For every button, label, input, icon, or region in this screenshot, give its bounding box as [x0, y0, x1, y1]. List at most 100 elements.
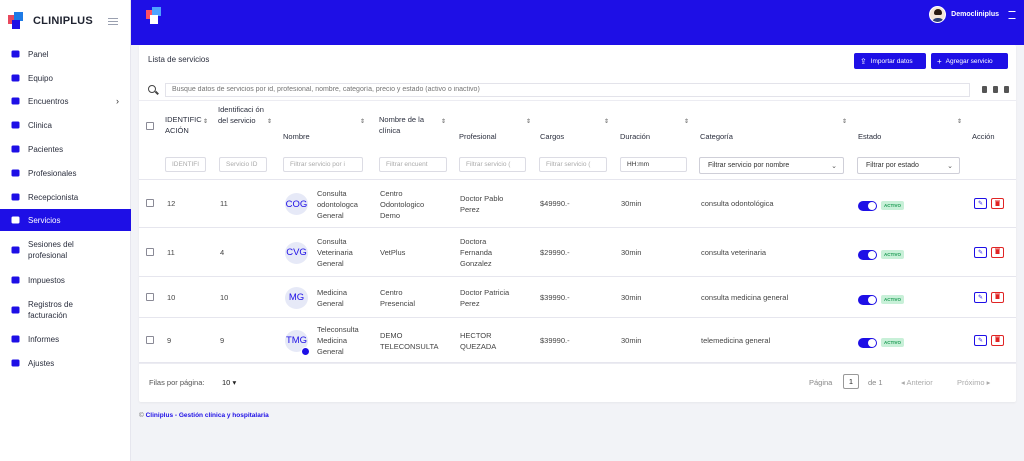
cell-professional: QUEZADA — [460, 341, 497, 351]
filter-category-select[interactable]: Filtrar servicio por nombre ⌄ — [699, 157, 844, 174]
col-duration[interactable]: Duración — [620, 131, 650, 142]
filter-service-id-input[interactable]: Servicio ID — [219, 157, 267, 172]
rows-per-page-select[interactable]: 10 ▾ — [222, 378, 236, 387]
row-checkbox[interactable] — [146, 199, 154, 207]
user-menu[interactable]: Democliniplus — [929, 6, 1016, 23]
video-camera-icon — [301, 346, 310, 356]
delete-button[interactable] — [991, 198, 1004, 209]
status-toggle[interactable] — [858, 201, 877, 211]
col-service-id[interactable]: Identificaci ón del servicio — [218, 104, 266, 126]
calendar-icon — [10, 246, 20, 255]
sort-icon[interactable]: ⇕ — [957, 118, 962, 125]
menu-toggle-icon[interactable] — [108, 16, 118, 26]
sidebar-item-2[interactable]: Encuentros › — [0, 94, 131, 108]
cell-duration: 30min — [621, 292, 642, 302]
filter-clinic-input[interactable]: Filtrar encuent — [379, 157, 447, 172]
sort-icon[interactable]: ⇕ — [360, 118, 365, 125]
export-excel-icon[interactable] — [993, 86, 998, 93]
cell-charges: $39990.- — [540, 335, 570, 345]
patients-icon — [10, 145, 20, 154]
cell-professional: HECTOR — [460, 330, 492, 340]
filter-charges-input[interactable]: Filtrar servicio ( — [539, 157, 607, 172]
cell-clinic: TELECONSULTA — [380, 341, 439, 351]
status-toggle[interactable] — [858, 337, 877, 348]
sidebar-item-10[interactable]: Registros de facturación — [0, 297, 131, 323]
status-toggle[interactable] — [858, 249, 877, 260]
col-category[interactable]: Categoría — [700, 131, 733, 142]
sort-icon[interactable]: ⇕ — [203, 118, 208, 125]
import-data-button[interactable]: ⇪ Importar datos — [854, 53, 926, 69]
status-badge: ACTIVO — [881, 337, 905, 347]
caret-down-icon: ▾ — [232, 378, 237, 387]
filter-id-input[interactable]: IDENTIFI — [165, 157, 206, 172]
edit-button[interactable]: ✎ — [974, 246, 987, 258]
brand-logo-icon[interactable] — [144, 5, 166, 27]
status-toggle[interactable] — [858, 294, 877, 305]
sort-icon[interactable]: ⇕ — [526, 118, 531, 125]
sidebar-item-11[interactable]: Informes — [0, 332, 131, 346]
sidebar-item-6[interactable]: Recepcionista — [0, 190, 131, 204]
sidebar-item-0[interactable]: Panel — [0, 47, 131, 61]
select-all-checkbox[interactable] — [146, 122, 154, 130]
cell-id: 9 — [167, 335, 172, 345]
row-checkbox[interactable] — [146, 335, 154, 344]
sidebar-item-1[interactable]: Equipo — [0, 71, 131, 85]
filter-duration-input[interactable]: HH:mm — [620, 157, 687, 172]
delete-button[interactable] — [991, 291, 1004, 303]
add-service-button[interactable]: + Agregar servicio — [931, 53, 1008, 69]
page-input[interactable]: 1 — [843, 374, 859, 389]
username: Democliniplus — [951, 11, 999, 18]
previous-page-button[interactable]: ◂ Anterior — [901, 378, 933, 387]
sort-icon[interactable]: ⇕ — [842, 118, 847, 125]
import-icon: ⇪ — [860, 56, 867, 66]
row-checkbox[interactable] — [146, 247, 154, 256]
sort-icon[interactable]: ⇕ — [267, 118, 272, 125]
col-name[interactable]: Nombre — [283, 131, 310, 142]
sidebar-item-label: Sesiones del profesional — [28, 240, 74, 260]
edit-button[interactable]: ✎ — [974, 198, 987, 209]
sidebar-item-12[interactable]: Ajustes — [0, 356, 131, 370]
sidebar-item-9[interactable]: Impuestos — [0, 273, 131, 287]
add-service-label: Agregar servicio — [945, 57, 993, 65]
table-row[interactable]: 10 10 MG Medicina General Centro Presencial Doc… — [139, 277, 1016, 318]
edit-button[interactable]: ✎ — [974, 334, 987, 346]
filter-professional-input[interactable]: Filtrar servicio ( — [459, 157, 526, 172]
sort-icon[interactable]: ⇕ — [684, 118, 689, 125]
sidebar-item-8[interactable]: Sesiones del profesional — [0, 236, 131, 264]
cell-name: General — [317, 210, 344, 220]
export-pdf-icon[interactable] — [1004, 86, 1009, 93]
trash-icon — [995, 336, 1000, 344]
col-clinic[interactable]: Nombre de la clínica — [379, 114, 437, 136]
fullscreen-icon[interactable] — [1008, 10, 1016, 19]
cell-category: consulta medicina general — [701, 292, 789, 302]
export-csv-icon[interactable] — [982, 86, 987, 93]
filter-status-select[interactable]: Filtrar por estado ⌄ — [857, 157, 960, 174]
services-card: Lista de servicios ⇪ Importar datos + Ag… — [139, 45, 1016, 402]
sidebar-item-7[interactable]: Servicios — [0, 209, 131, 231]
topbar: Democliniplus — [131, 0, 1024, 45]
cell-name: General — [317, 298, 344, 308]
cell-name: Consulta — [317, 188, 347, 198]
sort-icon[interactable]: ⇕ — [441, 118, 446, 125]
col-id[interactable]: IDENTIFIC ACIÓN — [165, 114, 203, 136]
table-row[interactable]: 9 9 TMG Teleconsulta Medicina General DEMO TELE… — [139, 318, 1016, 363]
col-charges[interactable]: Cargos — [540, 131, 564, 142]
search-input[interactable] — [165, 82, 970, 97]
filter-name-input[interactable]: Filtrar servicio por i — [283, 157, 363, 172]
delete-button[interactable] — [991, 246, 1004, 258]
edit-button[interactable]: ✎ — [974, 291, 987, 303]
col-status[interactable]: Estado — [858, 131, 881, 142]
table-row[interactable]: 12 11 COG Consulta odontologca General Centro O… — [139, 180, 1016, 228]
cell-duration: 30min — [621, 247, 642, 257]
sidebar-item-label: Pacientes — [28, 144, 64, 154]
sidebar-item-4[interactable]: Pacientes — [0, 142, 131, 156]
sidebar-item-3[interactable]: Clinica — [0, 118, 131, 132]
next-page-button[interactable]: Próximo ▸ — [957, 378, 990, 387]
cell-service-id: 11 — [220, 199, 228, 208]
row-checkbox[interactable] — [146, 292, 154, 301]
sidebar-item-5[interactable]: Profesionales — [0, 166, 131, 180]
table-row[interactable]: 11 4 CVG Consulta Veterinaria General VetPlus D… — [139, 228, 1016, 277]
col-professional[interactable]: Profesional — [459, 131, 497, 142]
sort-icon[interactable]: ⇕ — [604, 118, 609, 125]
delete-button[interactable] — [991, 334, 1004, 346]
